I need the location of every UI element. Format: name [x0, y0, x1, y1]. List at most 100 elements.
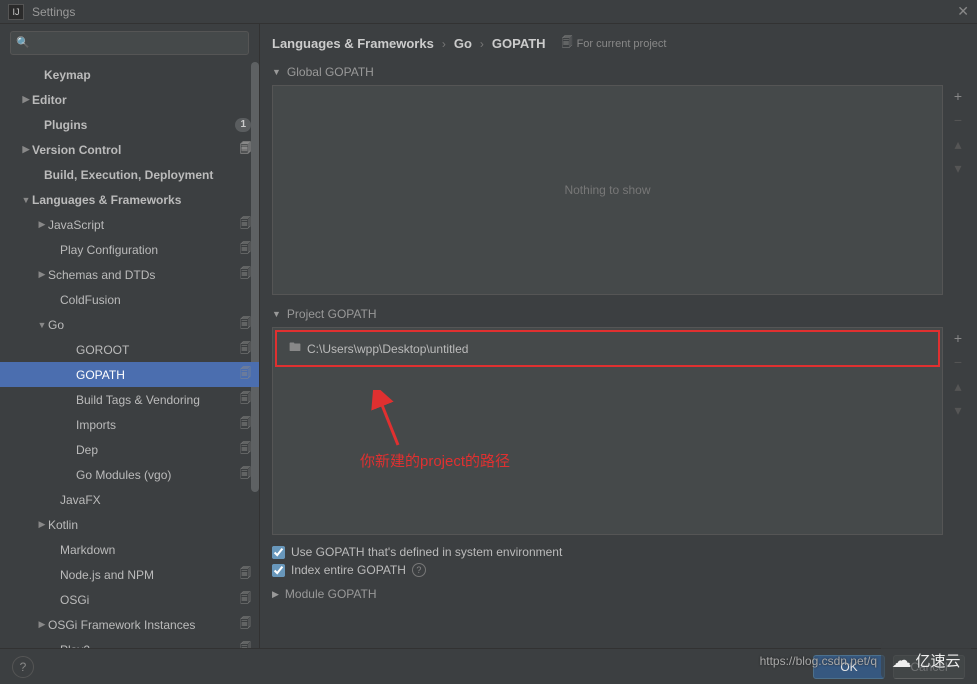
empty-placeholder: Nothing to show [564, 183, 650, 197]
breadcrumb: Languages & Frameworks › Go › GOPATH 🗐 F… [260, 24, 977, 59]
project-scope-icon: 🗐 [240, 640, 251, 648]
sidebar-item-kotlin[interactable]: Kotlin [0, 512, 259, 537]
settings-sidebar: 🔍 KeymapEditorPlugins1Version Control🗐Bu… [0, 24, 260, 648]
add-button[interactable]: + [949, 87, 967, 105]
sidebar-item-version-control[interactable]: Version Control🗐 [0, 137, 259, 162]
sidebar-item-goroot[interactable]: GOROOT🗐 [0, 337, 259, 362]
chevron-down-icon [20, 195, 32, 205]
project-scope-icon: 🗐 [240, 440, 251, 459]
sidebar-item-label: Keymap [44, 68, 251, 82]
chevron-right-icon: ▶ [272, 589, 279, 600]
scope-text: For current project [577, 38, 667, 50]
chevron-down-icon: ▼ [272, 67, 281, 77]
titlebar: IJ Settings ✕ [0, 0, 977, 24]
sidebar-item-label: JavaFX [60, 493, 251, 507]
sidebar-item-dep[interactable]: Dep 🗐 [0, 437, 259, 462]
search-input[interactable] [10, 31, 249, 55]
checkbox[interactable] [272, 546, 285, 559]
sidebar-item-label: OSGi Framework Instances [48, 618, 236, 632]
sidebar-item-schemas-and-dtds[interactable]: Schemas and DTDs🗐 [0, 262, 259, 287]
move-down-button[interactable]: ▾ [949, 159, 967, 177]
sidebar-item-osgi[interactable]: OSGi🗐 [0, 587, 259, 612]
section-module-title: Module GOPATH [285, 587, 377, 601]
chevron-right-icon [36, 269, 48, 280]
sidebar-item-play2[interactable]: Play2🗐 [0, 637, 259, 648]
project-scope-icon: 🗐 [240, 465, 251, 484]
chevron-right-icon [36, 219, 48, 230]
project-scope-icon: 🗐 [240, 140, 251, 159]
help-icon[interactable]: ? [412, 563, 426, 577]
sidebar-item-languages-frameworks[interactable]: Languages & Frameworks [0, 187, 259, 212]
project-scope-icon: 🗐 [240, 390, 251, 409]
watermark-text: 亿速云 [915, 650, 960, 671]
sidebar-item-imports[interactable]: Imports🗐 [0, 412, 259, 437]
sidebar-item-go-modules-vgo-[interactable]: Go Modules (vgo)🗐 [0, 462, 259, 487]
project-gopath-list[interactable]: 🖿 C:\Users\wpp\Desktop\untitled [272, 327, 943, 535]
folder-icon: 🖿 [289, 338, 301, 359]
help-button[interactable]: ? [12, 656, 34, 678]
settings-tree[interactable]: KeymapEditorPlugins1Version Control🗐Buil… [0, 62, 259, 648]
close-icon[interactable]: ✕ [957, 3, 969, 20]
section-project-header[interactable]: ▼ Project GOPATH [260, 301, 977, 327]
sidebar-item-node-js-and-npm[interactable]: Node.js and NPM🗐 [0, 562, 259, 587]
move-up-button[interactable]: ▴ [949, 135, 967, 153]
project-scope-icon: 🗐 [240, 240, 251, 259]
sidebar-item-build-execution-deployment[interactable]: Build, Execution, Deployment [0, 162, 259, 187]
section-module-header[interactable]: ▶ Module GOPATH [260, 581, 977, 607]
path-row[interactable]: 🖿 C:\Users\wpp\Desktop\untitled [281, 334, 934, 363]
move-down-button[interactable]: ▾ [949, 401, 967, 419]
scope-badge: 🗐 For current project [562, 34, 667, 53]
check-use-system-gopath[interactable]: Use GOPATH that's defined in system envi… [272, 545, 965, 559]
check-label: Index entire GOPATH [291, 563, 406, 577]
sidebar-item-label: OSGi [60, 593, 236, 607]
sidebar-item-label: Imports [76, 418, 236, 432]
sidebar-item-markdown[interactable]: Markdown [0, 537, 259, 562]
crumb-sep: › [480, 37, 484, 51]
main-area: 🔍 KeymapEditorPlugins1Version Control🗐Bu… [0, 24, 977, 648]
sidebar-item-build-tags-vendoring[interactable]: Build Tags & Vendoring 🗐 [0, 387, 259, 412]
sidebar-item-javafx[interactable]: JavaFX [0, 487, 259, 512]
sidebar-item-gopath[interactable]: GOPATH🗐 [0, 362, 259, 387]
checkbox[interactable] [272, 564, 285, 577]
section-global-title: Global GOPATH [287, 65, 374, 79]
sidebar-item-osgi-framework-instances[interactable]: OSGi Framework Instances🗐 [0, 612, 259, 637]
global-gopath-list[interactable]: Nothing to show [272, 85, 943, 295]
sidebar-item-keymap[interactable]: Keymap [0, 62, 259, 87]
sidebar-item-javascript[interactable]: JavaScript🗐 [0, 212, 259, 237]
project-scope-icon: 🗐 [240, 565, 251, 584]
sidebar-item-label: Dep [76, 443, 236, 457]
chevron-right-icon [20, 144, 32, 155]
project-scope-icon: 🗐 [240, 215, 251, 234]
check-index-gopath[interactable]: Index entire GOPATH ? [272, 563, 965, 577]
project-list-buttons: + − ▴ ▾ [947, 327, 969, 535]
chevron-down-icon: ▼ [272, 309, 281, 319]
section-global-header[interactable]: ▼ Global GOPATH [260, 59, 977, 85]
sidebar-item-label: Plugins [44, 118, 235, 132]
add-button[interactable]: + [949, 329, 967, 347]
global-gopath-panel: Nothing to show + − ▴ ▾ [272, 85, 969, 295]
watermark-url: https://blog.csdn.net/q [760, 654, 877, 668]
sidebar-item-label: Kotlin [48, 518, 251, 532]
sidebar-item-plugins[interactable]: Plugins1 [0, 112, 259, 137]
sidebar-item-label: Build Tags & Vendoring [76, 393, 236, 407]
chevron-right-icon [36, 619, 48, 630]
project-scope-icon: 🗐 [240, 265, 251, 284]
sidebar-item-go[interactable]: Go🗐 [0, 312, 259, 337]
move-up-button[interactable]: ▴ [949, 377, 967, 395]
options-checks: Use GOPATH that's defined in system envi… [260, 541, 977, 581]
chevron-right-icon [36, 519, 48, 530]
sidebar-item-play-configuration[interactable]: Play Configuration 🗐 [0, 237, 259, 262]
remove-button[interactable]: − [949, 111, 967, 129]
sidebar-item-editor[interactable]: Editor [0, 87, 259, 112]
crumb-mid[interactable]: Go [454, 36, 472, 51]
remove-button[interactable]: − [949, 353, 967, 371]
project-scope-icon: 🗐 [240, 340, 251, 359]
path-text: C:\Users\wpp\Desktop\untitled [307, 342, 468, 356]
sidebar-item-label: Play Configuration [60, 243, 236, 257]
search-icon: 🔍 [16, 36, 30, 49]
window-title: Settings [32, 5, 75, 19]
sidebar-item-coldfusion[interactable]: ColdFusion [0, 287, 259, 312]
sidebar-item-label: Languages & Frameworks [32, 193, 251, 207]
crumb-root[interactable]: Languages & Frameworks [272, 36, 434, 51]
highlighted-path-box: 🖿 C:\Users\wpp\Desktop\untitled [275, 330, 940, 367]
